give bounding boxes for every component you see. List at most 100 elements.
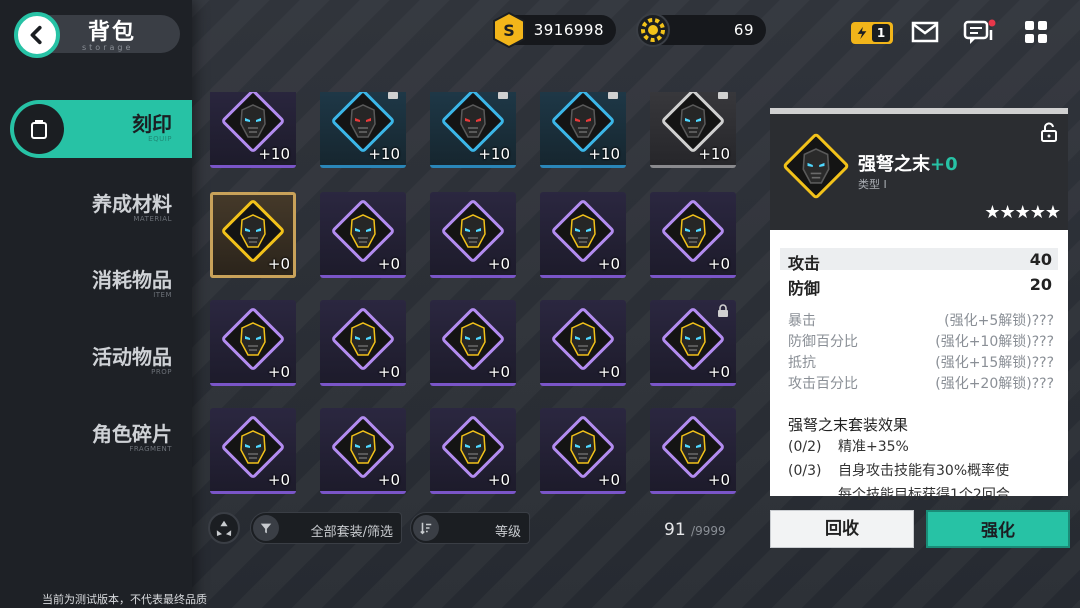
svg-text:S: S — [503, 21, 515, 40]
substat-label: 攻击百分比 — [788, 376, 858, 392]
inventory-slot[interactable]: +0 — [650, 192, 736, 278]
page-title: 背包 — [88, 19, 137, 45]
substat-row: 暴击 (强化+5解锁)??? — [788, 310, 1054, 330]
sidebar-item-sub: MATERIAL — [133, 215, 172, 223]
inventory-slot[interactable]: +10 — [650, 92, 736, 168]
item-detail-panel: 强弩之末+0 类型 I ★★★★★ 攻击 40 防御 20 暴击 (强化+5解锁… — [770, 108, 1068, 503]
item-level-label: +0 — [377, 255, 400, 273]
inventory-slot[interactable]: +10 — [430, 92, 516, 168]
sidebar: 背包 storage 刻印 EQUIP 养成材料 MATERIAL 消耗物品 I… — [0, 0, 192, 608]
mask-icon — [350, 214, 376, 248]
count-current: 91 — [664, 520, 686, 540]
count-capacity: /9999 — [691, 524, 726, 538]
lock-icon — [388, 92, 398, 99]
item-level-label: +0 — [487, 363, 510, 381]
filter-label: 全部套装/筛选 — [310, 525, 393, 540]
chevron-left-icon — [30, 25, 42, 45]
inventory-slot[interactable]: +0 — [430, 192, 516, 278]
inventory-slot[interactable]: +0 — [210, 408, 296, 494]
energy-button[interactable]: 1 — [851, 22, 893, 44]
inventory-slot[interactable]: +0 — [430, 300, 516, 386]
inventory-slot[interactable]: +0 — [650, 408, 736, 494]
sidebar-item-sub: PROP — [151, 368, 172, 376]
unlock-icon[interactable] — [1040, 122, 1058, 142]
item-level-label: +0 — [597, 471, 620, 489]
gear-coin-icon — [634, 11, 672, 49]
item-level-label: +10 — [698, 145, 730, 163]
inventory-slot[interactable]: +10 — [540, 92, 626, 168]
item-level-label: +0 — [487, 255, 510, 273]
inventory-slot[interactable]: +0 — [430, 408, 516, 494]
sidebar-item-equip[interactable]: 刻印 EQUIP — [10, 100, 192, 158]
mask-icon — [460, 430, 486, 464]
inventory-count: 91 /9999 — [664, 520, 726, 540]
lock-icon — [498, 92, 508, 99]
mask-icon — [802, 148, 830, 184]
inventory-slot[interactable]: +10 — [320, 92, 406, 168]
substat-label: 抵抗 — [788, 355, 816, 371]
filter-icon — [253, 515, 279, 541]
mask-icon — [570, 322, 596, 356]
inventory-slot[interactable]: +0 — [320, 192, 406, 278]
disclaimer-text: 当前为测试版本，不代表最终品质 — [42, 593, 207, 606]
stat-attack: 攻击 40 — [780, 248, 1058, 273]
sidebar-item-sub: EQUIP — [148, 135, 172, 143]
sidebar-item-label: 刻印 — [132, 112, 172, 136]
inventory-slot[interactable]: +0 — [320, 300, 406, 386]
back-button[interactable] — [14, 12, 60, 58]
set-filter-button[interactable]: 全部套装/筛选 — [250, 512, 402, 544]
mask-icon — [240, 104, 266, 138]
item-name-text: 强弩之末 — [858, 154, 930, 175]
mail-icon[interactable] — [910, 18, 940, 46]
enhance-button[interactable]: 强化 — [926, 510, 1070, 548]
set-effect-count: (0/2) — [788, 439, 822, 455]
inventory-slot[interactable]: +0 — [650, 300, 736, 386]
lock-icon — [718, 92, 728, 99]
inventory-slot[interactable]: +10 — [210, 92, 296, 168]
set-effect-continuation: 每个技能目标获得1个2回合 — [838, 487, 1010, 503]
mask-icon — [570, 214, 596, 248]
lock-icon — [718, 304, 728, 317]
chat-icon[interactable] — [962, 18, 996, 46]
substat-row: 抵抗 (强化+15解锁)??? — [788, 352, 1054, 372]
mask-icon — [570, 104, 596, 138]
stat-value: 40 — [1029, 250, 1052, 269]
mask-icon — [680, 214, 706, 248]
lock-icon — [608, 92, 618, 99]
inventory-slot[interactable]: +0 — [540, 192, 626, 278]
sidebar-item-prop[interactable]: 活动物品 PROP — [0, 333, 192, 391]
sidebar-item-label: 角色碎片 — [92, 422, 172, 446]
sidebar-item-material[interactable]: 养成材料 MATERIAL — [0, 180, 192, 238]
currency-gears[interactable]: 69 — [636, 13, 766, 47]
mask-icon — [680, 322, 706, 356]
inventory-slot[interactable]: +0 — [210, 300, 296, 386]
stat-label: 攻击 — [788, 254, 821, 273]
mask-icon — [460, 322, 486, 356]
inventory-slot[interactable]: +0 — [540, 300, 626, 386]
sidebar-item-sub: FRAGMENT — [129, 445, 172, 453]
substat-label: 暴击 — [788, 313, 816, 329]
recycle-button[interactable]: 回收 — [770, 510, 914, 548]
stat-defense: 防御 20 — [780, 273, 1058, 298]
item-type: 类型 I — [858, 178, 887, 191]
energy-count: 1 — [872, 24, 890, 42]
substat-label: 防御百分比 — [788, 334, 858, 350]
mask-icon — [680, 104, 706, 138]
inventory-slot[interactable]: +0 — [540, 408, 626, 494]
item-level-label: +0 — [377, 363, 400, 381]
sidebar-item-sub: ITEM — [153, 291, 172, 299]
sort-label: 等级 — [494, 525, 521, 540]
inventory-slot[interactable]: +0 — [210, 192, 296, 278]
substat-row: 攻击百分比 (强化+20解锁)??? — [788, 373, 1054, 393]
mask-icon — [350, 322, 376, 356]
sidebar-item-item[interactable]: 消耗物品 ITEM — [0, 256, 192, 314]
sort-button[interactable]: 等级 — [410, 512, 530, 544]
menu-grid-icon[interactable] — [1022, 18, 1050, 46]
sidebar-item-fragment[interactable]: 角色碎片 FRAGMENT — [0, 410, 192, 468]
mask-icon — [460, 104, 486, 138]
currency-coins[interactable]: S 3916998 — [493, 11, 616, 49]
quick-recycle-button[interactable] — [208, 512, 240, 544]
coin-value: 3916998 — [533, 21, 604, 39]
inventory-slot[interactable]: +0 — [320, 408, 406, 494]
item-level: +0 — [930, 154, 958, 175]
